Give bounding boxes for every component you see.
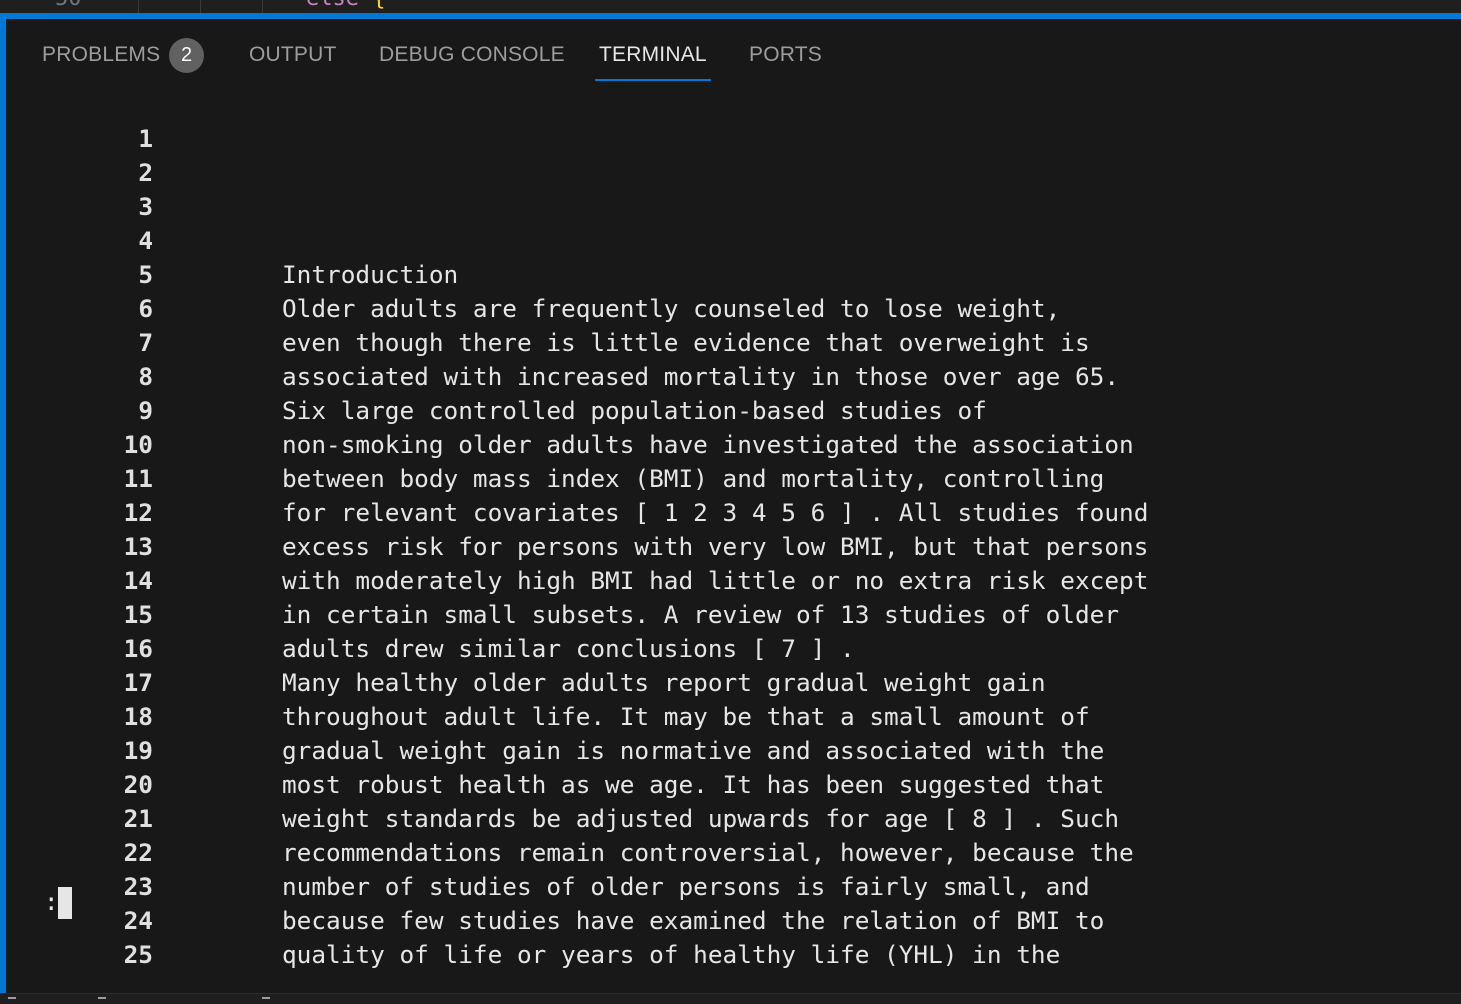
line-text: throughout adult life. It may be that a … <box>282 702 1090 731</box>
line-text: Older adults are frequently counseled to… <box>282 294 1061 323</box>
line-number: 14 <box>123 566 153 595</box>
terminal-line: 16 adults drew similar conclusions [ 7 ] … <box>6 632 1461 666</box>
line-number: 7 <box>138 328 153 357</box>
terminal-line: 9 Six large controlled population-based s… <box>6 394 1461 428</box>
tab-ports[interactable]: PORTS <box>749 43 822 67</box>
gutter-cell <box>200 0 263 13</box>
line-text: even though there is little evidence tha… <box>282 328 1090 357</box>
line-text: Six large controlled population-based st… <box>282 396 987 425</box>
line-number: 4 <box>138 226 153 255</box>
status-icon[interactable] <box>262 997 270 999</box>
terminal-line: 12 for relevant covariates [ 1 2 3 4 5 6 … <box>6 496 1461 530</box>
terminal-line: 17 Many healthy older adults report gradu… <box>6 666 1461 700</box>
terminal-line: 10 non-smoking older adults have investig… <box>6 428 1461 462</box>
terminal-cursor <box>58 887 72 919</box>
terminal-line: 25 quality of life or years of healthy li… <box>6 938 1461 972</box>
line-text: gradual weight gain is normative and ass… <box>282 736 1105 765</box>
line-number: 21 <box>123 804 153 833</box>
line-text: most robust health as we age. It has bee… <box>282 770 1105 799</box>
terminal-line: 6 Older adults are frequently counseled t… <box>6 292 1461 326</box>
terminal-line: 24 because few studies have examined the … <box>6 904 1461 938</box>
status-bar <box>0 993 1461 1004</box>
gutter-cell <box>138 0 201 13</box>
line-number: 19 <box>123 736 153 765</box>
line-number: 15 <box>123 600 153 629</box>
terminal-line: 15 in certain small subsets. A review of … <box>6 598 1461 632</box>
terminal-line: 18 throughout adult life. It may be that … <box>6 700 1461 734</box>
code-brace: { <box>372 0 385 11</box>
editor-peek: 50 else { <box>0 0 1461 13</box>
line-number: 11 <box>123 464 153 493</box>
line-number: 16 <box>123 634 153 663</box>
editor-line-number: 50 <box>55 0 82 11</box>
line-text: quality of life or years of healthy life… <box>282 940 1061 969</box>
line-number: 13 <box>123 532 153 561</box>
line-text: excess risk for persons with very low BM… <box>282 532 1149 561</box>
terminal-line: 3 <box>6 190 1461 224</box>
tab-debug-console[interactable]: DEBUG CONSOLE <box>379 43 565 67</box>
code-keyword: else <box>306 0 372 11</box>
terminal-line: 7 even though there is little evidence th… <box>6 326 1461 360</box>
line-text: weight standards be adjusted upwards for… <box>282 804 1120 833</box>
line-number: 6 <box>138 294 153 323</box>
terminal-line: 22 recommendations remain controversial, … <box>6 836 1461 870</box>
terminal-line: 23 number of studies of older persons is … <box>6 870 1461 904</box>
line-number: 8 <box>138 362 153 391</box>
editor-code-line[interactable]: else { <box>306 0 385 11</box>
line-number: 18 <box>123 702 153 731</box>
terminal-line: 5 Introduction <box>6 258 1461 292</box>
line-number: 23 <box>123 872 153 901</box>
panel-tab-bar: PROBLEMS 2 OUTPUT DEBUG CONSOLE TERMINAL… <box>6 19 1461 89</box>
terminal-line: 2 <box>6 156 1461 190</box>
line-number: 20 <box>123 770 153 799</box>
line-text: Introduction <box>282 260 459 289</box>
line-number: 17 <box>123 668 153 697</box>
tab-problems[interactable]: PROBLEMS <box>42 43 160 67</box>
line-text: non-smoking older adults have investigat… <box>282 430 1134 459</box>
line-text: adults drew similar conclusions [ 7 ] . <box>282 634 855 663</box>
terminal-line: 4 <box>6 224 1461 258</box>
terminal-line: 1 <box>6 122 1461 156</box>
tab-output[interactable]: OUTPUT <box>249 43 337 67</box>
line-text: between body mass index (BMI) and mortal… <box>282 464 1105 493</box>
pager-prompt: : <box>44 888 59 916</box>
terminal-line: 11 between body mass index (BMI) and mort… <box>6 462 1461 496</box>
terminal-line: 13 excess risk for persons with very low … <box>6 530 1461 564</box>
terminal-line: 14 with moderately high BMI had little or… <box>6 564 1461 598</box>
line-number: 9 <box>138 396 153 425</box>
terminal-line: 19 gradual weight gain is normative and a… <box>6 734 1461 768</box>
terminal-output[interactable]: 1 2 3 4 5 Introduction 6 Older adults are frequ… <box>6 89 1461 999</box>
line-number: 10 <box>123 430 153 459</box>
line-number: 2 <box>138 158 153 187</box>
problems-count-badge: 2 <box>169 38 204 73</box>
tab-terminal[interactable]: TERMINAL <box>595 43 711 81</box>
line-text: in certain small subsets. A review of 13… <box>282 600 1120 629</box>
line-number: 22 <box>123 838 153 867</box>
status-icon[interactable] <box>8 997 16 999</box>
line-text: with moderately high BMI had little or n… <box>282 566 1149 595</box>
terminal-line: 20 most robust health as we age. It has b… <box>6 768 1461 802</box>
line-number: 25 <box>123 940 153 969</box>
line-number: 24 <box>123 906 153 935</box>
terminal-line: 8 associated with increased mortality in … <box>6 360 1461 394</box>
line-text: for relevant covariates [ 1 2 3 4 5 6 ] … <box>282 498 1149 527</box>
bottom-panel: PROBLEMS 2 OUTPUT DEBUG CONSOLE TERMINAL… <box>0 13 1461 1004</box>
line-text: because few studies have examined the re… <box>282 906 1105 935</box>
line-text: recommendations remain controversial, ho… <box>282 838 1134 867</box>
line-number: 12 <box>123 498 153 527</box>
line-text: number of studies of older persons is fa… <box>282 872 1090 901</box>
terminal-line: 21 weight standards be adjusted upwards f… <box>6 802 1461 836</box>
line-number: 5 <box>138 260 153 289</box>
line-number: 1 <box>138 124 153 153</box>
status-icon[interactable] <box>98 997 106 999</box>
line-text: associated with increased mortality in t… <box>282 362 1120 391</box>
line-number: 3 <box>138 192 153 221</box>
line-text: Many healthy older adults report gradual… <box>282 668 1046 697</box>
